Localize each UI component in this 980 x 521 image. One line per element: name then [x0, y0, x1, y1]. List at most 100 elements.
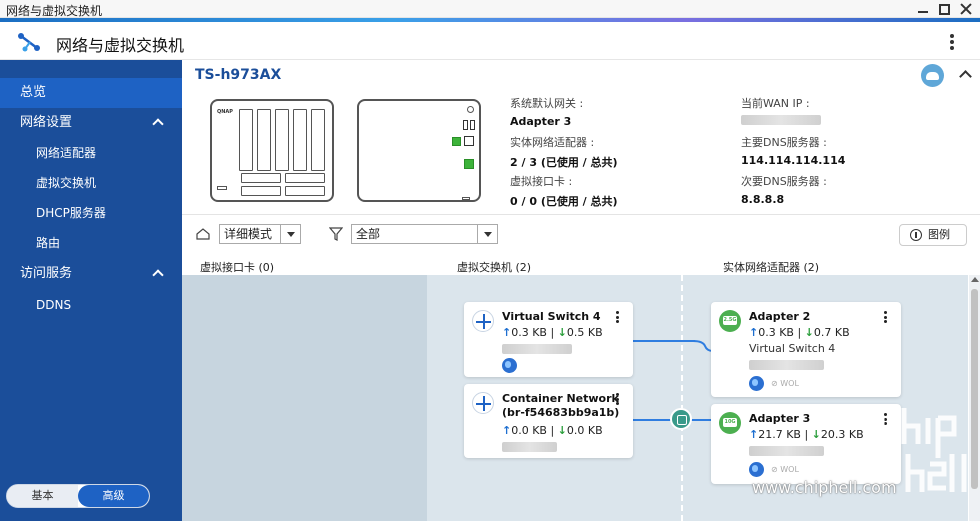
- upload-value: 0.3 KB: [758, 326, 794, 339]
- collapse-chevron-icon[interactable]: [959, 70, 972, 83]
- sidebar-item-dhcp-server[interactable]: DHCP服务器: [0, 198, 182, 228]
- card-more-icon[interactable]: [616, 393, 619, 405]
- column-header-adapters: 实体网络适配器 (2): [723, 261, 820, 274]
- download-value: 0.0 KB: [566, 424, 603, 437]
- window-title: 网络与虚拟交换机: [6, 4, 103, 18]
- lan-port-active: [452, 137, 461, 146]
- chevron-up-icon: [152, 118, 164, 130]
- connection-curve: [693, 340, 713, 352]
- info-icon: [910, 229, 922, 241]
- connection-line: [690, 419, 712, 421]
- gateway-label: 系统默认网关 :: [510, 97, 584, 110]
- column-header-vnic: 虚拟接口卡 (0): [200, 261, 275, 274]
- network-adapter-icon: 2.5G: [719, 310, 741, 332]
- virtual-switch-icon: [472, 310, 494, 332]
- card-more-icon[interactable]: [884, 311, 887, 323]
- drive-bay: [257, 109, 271, 171]
- sidebar-item-ddns[interactable]: DDNS: [0, 290, 182, 320]
- dns1-value: 114.114.114.114: [741, 154, 846, 167]
- scroll-up-icon[interactable]: [971, 277, 979, 282]
- lan-port-active: [464, 159, 474, 169]
- adapter-speed-badge: 10G: [723, 418, 737, 427]
- card-more-icon[interactable]: [616, 311, 619, 323]
- physical-adapter-info: 实体网络适配器 : 2 / 3 (已使用 / 总共): [510, 134, 618, 170]
- connection-line: [633, 419, 673, 421]
- sidebar-item-label: 网络设置: [20, 115, 73, 130]
- scroll-thumb[interactable]: [971, 289, 978, 489]
- minimize-icon[interactable]: [917, 3, 929, 15]
- drive-bay: [311, 109, 325, 171]
- sidebar-item-network-adapters[interactable]: 网络适配器: [0, 138, 182, 168]
- mode-toggle[interactable]: 基本 高级: [6, 484, 150, 508]
- close-icon[interactable]: [960, 3, 972, 15]
- usb-port: [463, 120, 468, 130]
- ip-redacted: [502, 344, 572, 354]
- adapter-bound-switch: Virtual Switch 4: [749, 342, 836, 355]
- physical-adapter-value: 2 / 3 (已使用 / 总共): [510, 156, 618, 169]
- sidebar-item-virtual-switch[interactable]: 虚拟交换机: [0, 168, 182, 198]
- network-hub-icon[interactable]: [670, 408, 692, 430]
- network-logo-icon: [18, 33, 40, 52]
- filter-select[interactable]: 全部: [351, 224, 498, 244]
- download-arrow-icon: ↓: [804, 326, 814, 339]
- virtual-nic-label: 虚拟接口卡 :: [510, 175, 573, 188]
- ip-redacted: [749, 360, 824, 370]
- nas-back-illustration: [357, 99, 481, 202]
- connection-line: [633, 340, 695, 342]
- ip-redacted: [502, 442, 557, 452]
- legend-label: 图例: [928, 228, 950, 241]
- sidebar-item-label: 访问服务: [20, 266, 73, 281]
- maximize-icon[interactable]: [939, 3, 950, 15]
- sidebar-item-routing[interactable]: 路由: [0, 228, 182, 258]
- drive-bay: [239, 109, 253, 171]
- adapter-card[interactable]: 10G Adapter 3 ↑21.7 KB | ↓20.3 KB ⊘ WOL: [711, 404, 901, 484]
- dns1-info: 主要DNS服务器 : 114.114.114.114: [741, 134, 845, 167]
- cloud-icon[interactable]: [921, 64, 944, 87]
- download-arrow-icon: ↓: [557, 326, 567, 339]
- sidebar-item-overview[interactable]: 总览: [0, 78, 182, 108]
- ssd-slot: [241, 186, 281, 196]
- adapter-speed-badge: 2.5G: [723, 316, 737, 325]
- chevron-down-icon: [280, 225, 300, 243]
- virtual-switch-icon: [472, 392, 494, 414]
- mode-advanced-button[interactable]: 高级: [78, 485, 149, 507]
- virtual-nic-info: 虚拟接口卡 : 0 / 0 (已使用 / 总共): [510, 173, 618, 209]
- sidebar: 总览 网络设置 网络适配器 虚拟交换机 DHCP服务器 路由 访问服务 DDNS…: [0, 60, 182, 521]
- chevron-up-icon: [152, 269, 164, 281]
- physical-adapter-label: 实体网络适配器 :: [510, 136, 595, 149]
- lan-port: [464, 136, 474, 146]
- upload-value: 0.3 KB: [511, 326, 547, 339]
- more-options-icon[interactable]: [950, 34, 954, 50]
- filter-icon[interactable]: [329, 227, 343, 241]
- device-name: TS-h973AX: [195, 67, 282, 83]
- wol-status: ⊘ WOL: [771, 379, 799, 388]
- nas-brand-label: QNAP: [217, 109, 233, 115]
- mode-basic-button[interactable]: 基本: [7, 485, 78, 507]
- sidebar-item-network-settings[interactable]: 网络设置: [0, 108, 182, 138]
- sidebar-item-access-services[interactable]: 访问服务: [0, 259, 182, 289]
- download-value: 20.3 KB: [820, 428, 864, 441]
- gateway-info: 系统默认网关 : Adapter 3: [510, 95, 583, 128]
- chevron-down-icon: [477, 225, 497, 243]
- network-adapter-icon: 10G: [719, 412, 741, 434]
- legend-button[interactable]: 图例: [899, 224, 967, 246]
- wan-ip-label: 当前WAN IP :: [741, 97, 810, 110]
- home-icon[interactable]: [196, 228, 210, 240]
- filter-value: 全部: [356, 227, 381, 241]
- virtual-nic-value: 0 / 0 (已使用 / 总共): [510, 195, 618, 208]
- adapter-card[interactable]: 2.5G Adapter 2 ↑0.3 KB | ↓0.7 KB Virtual…: [711, 302, 901, 397]
- adapter-traffic: ↑0.3 KB | ↓0.7 KB: [749, 326, 850, 339]
- vswitch-traffic: ↑0.0 KB | ↓0.0 KB: [502, 424, 603, 437]
- gateway-value: Adapter 3: [510, 115, 572, 128]
- vswitch-card[interactable]: Container Network (br-f54683bb9a1b) ↑0.0…: [464, 384, 633, 458]
- dns2-value: 8.8.8.8: [741, 193, 785, 206]
- column-separator: [681, 275, 683, 521]
- window-controls: [917, 0, 972, 18]
- wan-ip-redacted: [741, 115, 821, 125]
- app-header: 网络与虚拟交换机: [0, 22, 980, 60]
- nas-front-illustration: QNAP: [210, 99, 334, 202]
- vswitch-card[interactable]: Virtual Switch 4 ↑0.3 KB | ↓0.5 KB: [464, 302, 633, 377]
- upload-arrow-icon: ↑: [502, 326, 512, 339]
- view-mode-select[interactable]: 详细模式: [219, 224, 301, 244]
- drive-bay: [275, 109, 289, 171]
